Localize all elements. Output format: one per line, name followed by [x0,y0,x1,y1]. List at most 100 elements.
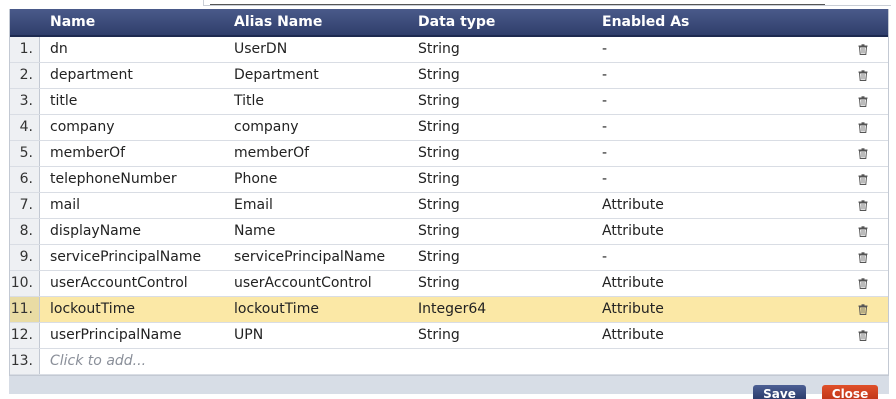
row-number: 9. [10,245,40,270]
data-type-cell[interactable]: String [408,167,592,192]
delete-cell [832,323,888,348]
alias-name-cell[interactable]: servicePrincipalName [224,245,408,270]
trash-icon[interactable] [858,122,868,133]
attribute-name-cell[interactable]: company [40,115,224,140]
save-button[interactable]: Save [753,385,806,399]
header-enabled-as[interactable]: Enabled As [592,9,832,35]
delete-cell [832,141,888,166]
enabled-as-cell[interactable]: Attribute [592,219,832,244]
alias-name-cell[interactable]: memberOf [224,141,408,166]
grid-body: 1. dn UserDN String -2. department Department S… [10,37,888,349]
add-row[interactable]: 13. Click to add... [10,349,888,375]
attribute-name-cell[interactable]: lockoutTime [40,297,224,322]
top-strip [0,0,896,9]
attribute-name-cell[interactable]: memberOf [40,141,224,166]
attribute-name-cell[interactable]: userAccountControl [40,271,224,296]
close-button[interactable]: Close [822,385,878,399]
row-number: 12. [10,323,40,348]
trash-icon[interactable] [858,304,868,315]
table-row[interactable]: 8. displayName Name String Attribute [10,219,888,245]
data-type-cell[interactable]: String [408,115,592,140]
enabled-as-cell[interactable]: - [592,245,832,270]
attribute-name-cell[interactable]: department [40,63,224,88]
attribute-name-cell[interactable]: mail [40,193,224,218]
table-row[interactable]: 12. userPrincipalName UPN String Attribute [10,323,888,349]
table-row[interactable]: 6. telephoneNumber Phone String - [10,167,888,193]
enabled-as-cell[interactable]: Attribute [592,271,832,296]
delete-cell [832,63,888,88]
row-number: 5. [10,141,40,166]
row-number: 11. [10,297,40,322]
data-type-cell[interactable]: String [408,219,592,244]
trash-icon[interactable] [858,252,868,263]
delete-cell [832,89,888,114]
table-row[interactable]: 9. servicePrincipalName servicePrincipalNa… [10,245,888,271]
enabled-as-cell[interactable]: - [592,167,832,192]
attribute-name-cell[interactable]: title [40,89,224,114]
attribute-name-cell[interactable]: servicePrincipalName [40,245,224,270]
alias-name-cell[interactable]: UPN [224,323,408,348]
enabled-as-cell[interactable]: - [592,37,832,62]
row-number: 3. [10,89,40,114]
alias-name-cell[interactable]: Name [224,219,408,244]
trash-icon[interactable] [858,174,868,185]
alias-name-cell[interactable]: company [224,115,408,140]
attribute-name-cell[interactable]: userPrincipalName [40,323,224,348]
data-type-cell[interactable]: String [408,37,592,62]
row-number: 7. [10,193,40,218]
add-row-placeholder[interactable]: Click to add... [40,349,888,374]
trash-icon[interactable] [858,200,868,211]
enabled-as-cell[interactable]: - [592,63,832,88]
enabled-as-cell[interactable]: - [592,89,832,114]
delete-cell [832,167,888,192]
trash-icon[interactable] [858,226,868,237]
table-row[interactable]: 7. mail Email String Attribute [10,193,888,219]
enabled-as-cell[interactable]: - [592,141,832,166]
table-row[interactable]: 11. lockoutTime lockoutTime Integer64 Attrib… [10,297,888,323]
data-type-cell[interactable]: String [408,63,592,88]
delete-cell [832,219,888,244]
trash-icon[interactable] [858,96,868,107]
data-type-cell[interactable]: String [408,193,592,218]
attribute-name-cell[interactable]: dn [40,37,224,62]
row-number: 13. [10,349,40,374]
row-number: 6. [10,167,40,192]
alias-name-cell[interactable]: Email [224,193,408,218]
table-row[interactable]: 3. title Title String - [10,89,888,115]
trash-icon[interactable] [858,278,868,289]
table-row[interactable]: 4. company company String - [10,115,888,141]
enabled-as-cell[interactable]: Attribute [592,193,832,218]
header-data-type[interactable]: Data type [408,9,592,35]
table-row[interactable]: 10. userAccountControl userAccountControl S… [10,271,888,297]
header-name[interactable]: Name [40,9,224,35]
row-number: 8. [10,219,40,244]
alias-name-cell[interactable]: userAccountControl [224,271,408,296]
data-type-cell[interactable]: String [408,89,592,114]
text-input-edge[interactable] [203,0,891,6]
enabled-as-cell[interactable]: Attribute [592,323,832,348]
data-type-cell[interactable]: String [408,245,592,270]
trash-icon[interactable] [858,70,868,81]
data-type-cell[interactable]: String [408,271,592,296]
trash-icon[interactable] [858,148,868,159]
attribute-name-cell[interactable]: displayName [40,219,224,244]
delete-cell [832,297,888,322]
data-type-cell[interactable]: String [408,323,592,348]
table-row[interactable]: 5. memberOf memberOf String - [10,141,888,167]
enabled-as-cell[interactable]: Attribute [592,297,832,322]
attributes-grid: Name Alias Name Data type Enabled As 1. d… [9,9,889,376]
alias-name-cell[interactable]: Phone [224,167,408,192]
trash-icon[interactable] [858,330,868,341]
data-type-cell[interactable]: Integer64 [408,297,592,322]
enabled-as-cell[interactable]: - [592,115,832,140]
alias-name-cell[interactable]: lockoutTime [224,297,408,322]
header-alias-name[interactable]: Alias Name [224,9,408,35]
alias-name-cell[interactable]: Title [224,89,408,114]
alias-name-cell[interactable]: UserDN [224,37,408,62]
attribute-name-cell[interactable]: telephoneNumber [40,167,224,192]
trash-icon[interactable] [858,44,868,55]
table-row[interactable]: 2. department Department String - [10,63,888,89]
data-type-cell[interactable]: String [408,141,592,166]
alias-name-cell[interactable]: Department [224,63,408,88]
table-row[interactable]: 1. dn UserDN String - [10,37,888,63]
